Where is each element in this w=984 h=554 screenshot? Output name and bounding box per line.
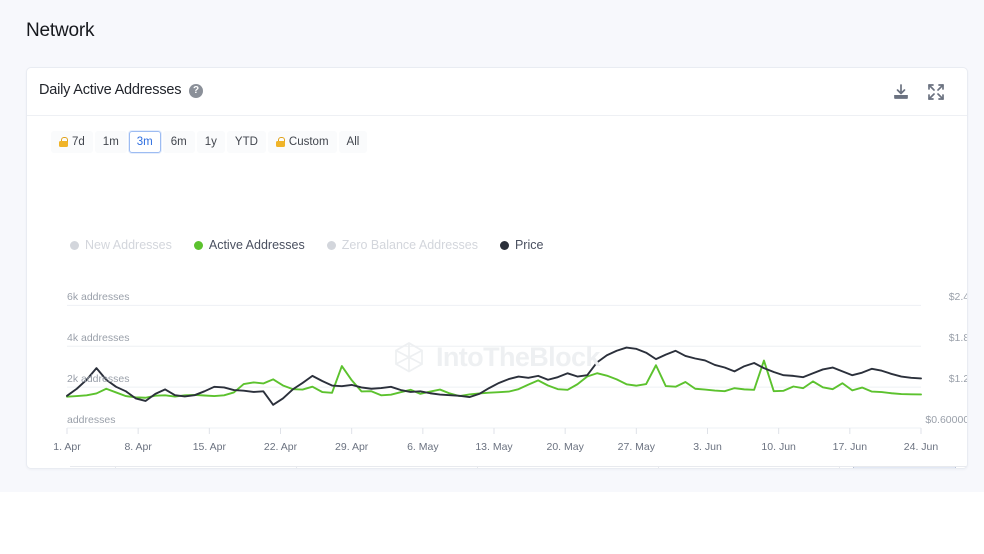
legend-color-dot: [70, 240, 79, 250]
card-header: Daily Active Addresses ?: [27, 68, 967, 116]
daily-active-addresses-card: Daily Active Addresses ? 7d 1m 3m 6m 1y …: [26, 67, 968, 469]
legend-item-active-addresses[interactable]: Active Addresses: [193, 238, 305, 252]
range-button-label: 6m: [170, 136, 187, 148]
question-mark-icon[interactable]: ?: [189, 84, 203, 98]
legend-label: Active Addresses: [208, 238, 305, 252]
x-axis-tick-label: 13. May: [475, 441, 513, 453]
range-button-6m[interactable]: 6m: [162, 131, 195, 153]
navigator-series-svg: [70, 467, 968, 469]
range-button-label: 1m: [102, 136, 119, 148]
range-button-1y[interactable]: 1y: [196, 131, 225, 153]
range-button-7d[interactable]: 7d: [51, 131, 93, 153]
y-axis-right-tick: $2.40: [948, 291, 967, 304]
legend-label: New Addresses: [85, 238, 172, 252]
y-axis-right-tick: $1.80: [948, 332, 967, 345]
y-axis-right-tick: $1.20: [948, 373, 967, 386]
range-button-label: Custom: [288, 136, 329, 148]
chart-legend: New Addresses Active Addresses Zero Balanc…: [70, 238, 543, 252]
legend-item-new-addresses[interactable]: New Addresses: [70, 238, 172, 252]
page-title: Network: [26, 20, 95, 41]
x-axis-tick-label: 8. Apr: [124, 441, 152, 453]
x-axis-tick-label: 1. Apr: [53, 441, 81, 453]
x-axis-tick-label: 10. Jun: [761, 441, 796, 453]
navigator-divider: [658, 467, 659, 468]
range-button-ytd[interactable]: YTD: [226, 131, 266, 153]
range-navigator[interactable]: Jul '22Jan '23Jul '23Jan '24Ju...: [70, 466, 968, 469]
range-button-label: 3m: [136, 136, 153, 148]
card-title: Daily Active Addresses: [39, 82, 182, 98]
navigator-divider: [839, 467, 840, 468]
legend-item-zero-balance-addresses[interactable]: Zero Balance Addresses: [326, 238, 478, 252]
range-button-label: All: [346, 136, 360, 148]
navigator-divider: [296, 467, 297, 468]
y-axis-right-tick: $0.600000: [925, 414, 967, 426]
x-axis-tick-label: 22. Apr: [263, 441, 298, 453]
range-button-custom[interactable]: Custom: [267, 131, 337, 153]
page-root: Network Daily Active Addresses ? 7d 1m 3…: [0, 0, 984, 554]
range-button-1m[interactable]: 1m: [94, 131, 127, 153]
x-axis-tick-label: 24. Jun: [903, 441, 939, 453]
time-range-selector: 7d 1m 3m 6m 1y YTD Custom All: [51, 131, 368, 153]
x-axis-tick-label: 29. Apr: [335, 441, 369, 453]
lock-icon: [59, 137, 68, 147]
legend-label: Price: [514, 238, 544, 252]
download-icon[interactable]: [890, 81, 912, 103]
x-axis-tick-label: 20. May: [546, 441, 584, 453]
navigator-inner[interactable]: [70, 467, 968, 469]
navigator-divider: [115, 467, 116, 468]
range-button-label: 7d: [72, 136, 85, 148]
legend-item-price[interactable]: Price: [499, 238, 544, 252]
range-button-label: 1y: [204, 136, 217, 148]
x-axis-tick-label: 3. Jun: [693, 441, 722, 453]
legend-color-dot: [326, 240, 336, 250]
lock-icon: [275, 137, 285, 147]
legend-color-dot: [193, 240, 203, 250]
legend-label: Zero Balance Addresses: [341, 238, 478, 252]
legend-color-dot: [499, 240, 509, 250]
navigator-selection-range[interactable]: [852, 467, 956, 468]
range-button-all[interactable]: All: [338, 131, 368, 153]
range-button-3m[interactable]: 3m: [128, 131, 161, 153]
x-axis-tick-label: 6. May: [407, 441, 439, 453]
expand-icon[interactable]: [925, 81, 947, 103]
range-button-label: YTD: [234, 136, 258, 148]
x-axis-tick-label: 17. Jun: [832, 441, 868, 453]
x-axis-tick-label: 15. Apr: [192, 441, 226, 453]
navigator-divider: [477, 467, 478, 468]
x-axis-tick-label: 27. May: [617, 441, 656, 453]
